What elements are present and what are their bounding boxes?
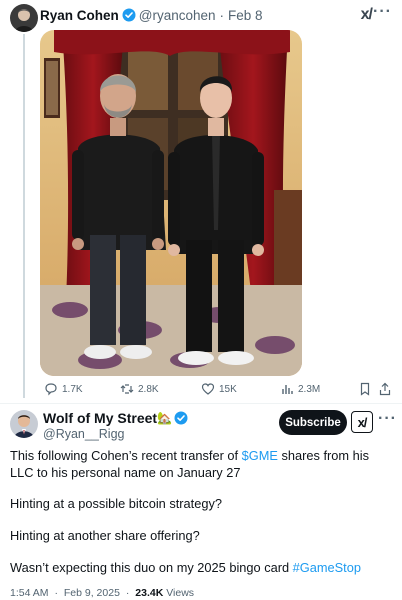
- bookmark-button[interactable]: [358, 382, 372, 396]
- more-options-icon[interactable]: ···: [378, 410, 397, 428]
- heart-icon: [201, 383, 215, 395]
- views-count: 2.3M: [298, 383, 321, 395]
- like-button[interactable]: 15K: [201, 382, 237, 396]
- reply-icon: [45, 383, 57, 396]
- subscribe-button[interactable]: Subscribe: [279, 410, 347, 435]
- post-author-name[interactable]: Wolf of My Street: [43, 410, 157, 426]
- post-time[interactable]: 1:54 AM: [10, 587, 49, 599]
- views-button[interactable]: 2.3M: [280, 382, 320, 396]
- thread-line: [23, 34, 25, 398]
- hashtag-link[interactable]: #GameStop: [293, 560, 361, 575]
- quoted-header: Ryan Cohen @ryancohen · Feb 8: [40, 7, 263, 23]
- verified-badge-icon: [174, 411, 188, 425]
- verified-badge-icon: [122, 8, 136, 22]
- quoted-date[interactable]: Feb 8: [228, 8, 263, 23]
- reply-count: 1.7K: [62, 383, 83, 395]
- grok-button[interactable]: x/: [351, 411, 373, 433]
- repost-button[interactable]: 2.8K: [120, 382, 159, 396]
- bookmark-icon: [360, 382, 370, 396]
- post-paragraph-3: Hinting at another share offering?: [10, 528, 200, 543]
- post-author-handle[interactable]: @Ryan__Rigg: [43, 427, 124, 441]
- post-paragraph-4: Wasn’t expecting this duo on my 2025 bin…: [10, 559, 392, 576]
- cashtag-link[interactable]: $GME: [242, 448, 278, 463]
- divider: [0, 403, 402, 404]
- post-views-label: Views: [166, 587, 195, 599]
- analytics-icon: [282, 385, 293, 394]
- post-text: Wasn’t expecting this duo on my 2025 bin…: [10, 560, 293, 575]
- post-paragraph-2: Hinting at a possible bitcoin strategy?: [10, 496, 222, 511]
- quoted-photo[interactable]: [40, 30, 302, 376]
- more-options-icon[interactable]: ···: [373, 3, 392, 21]
- dot-separator: ·: [125, 587, 130, 599]
- dot-separator: ·: [54, 587, 58, 599]
- house-emoji: 🏡: [157, 411, 173, 425]
- repost-count: 2.8K: [138, 383, 159, 395]
- post-meta: 1:54 AM · Feb 9, 2025 · 23.4K Views: [10, 587, 194, 599]
- quoted-action-bar: 1.7K 2.8K 15K 2.3M: [44, 382, 394, 398]
- post-paragraph-1: This following Cohen’s recent transfer o…: [10, 447, 392, 481]
- like-count: 15K: [219, 383, 237, 395]
- post-text: This following Cohen’s recent transfer o…: [10, 448, 242, 463]
- dot-separator: ·: [219, 7, 225, 23]
- post-views-count: 23.4K: [135, 587, 164, 599]
- post-date[interactable]: Feb 9, 2025: [64, 587, 120, 599]
- repost-icon: [120, 384, 134, 394]
- share-button[interactable]: [378, 382, 392, 396]
- grok-icon[interactable]: x/: [361, 6, 373, 24]
- post-author-name-row: Wolf of My Street 🏡: [43, 410, 191, 426]
- quoted-author-name[interactable]: Ryan Cohen: [40, 8, 119, 23]
- reply-button[interactable]: 1.7K: [44, 382, 83, 396]
- wolf-of-my-street-avatar[interactable]: [10, 410, 38, 438]
- share-icon: [379, 382, 391, 396]
- quoted-author-handle[interactable]: @ryancohen: [139, 8, 216, 23]
- ryan-cohen-avatar[interactable]: [10, 4, 38, 32]
